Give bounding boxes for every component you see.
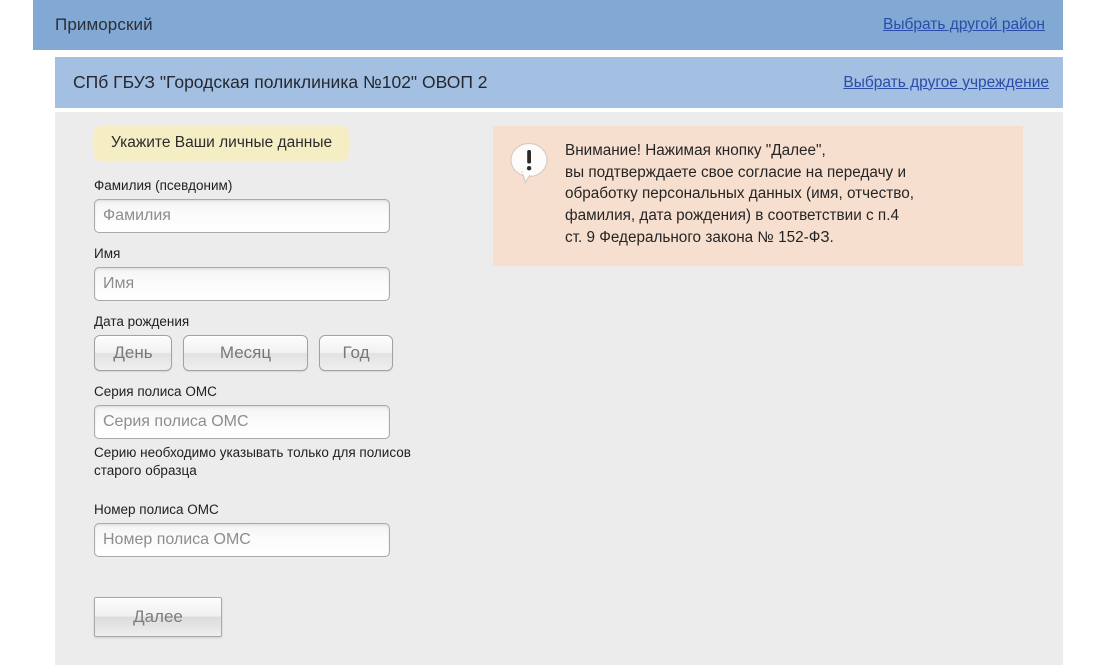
birth-date-row: День Месяц Год: [94, 334, 464, 371]
last-name-input[interactable]: [94, 198, 390, 233]
field-policy-series: Серия полиса ОМС Серию необходимо указыв…: [94, 384, 464, 480]
change-institution-link[interactable]: Выбрать другое учреждение: [843, 74, 1049, 92]
last-name-label: Фамилия (псевдоним): [94, 178, 233, 193]
institution-bar: СПб ГБУЗ "Городская поликлиника №102" ОВ…: [55, 57, 1063, 108]
policy-series-label: Серия полиса ОМС: [94, 383, 217, 399]
district-name: Приморский: [55, 15, 153, 34]
consent-notice-text: Внимание! Нажимая кнопку "Далее", вы под…: [565, 142, 914, 246]
first-name-label: Имя: [94, 245, 121, 261]
policy-series-hint: Серию необходимо указывать только для по…: [94, 444, 411, 478]
birth-date-label: Дата рождения: [94, 313, 190, 329]
consent-notice: Внимание! Нажимая кнопку "Далее", вы под…: [493, 126, 1023, 266]
policy-number-label: Номер полиса ОМС: [94, 501, 219, 517]
institution-name: СПб ГБУЗ "Городская поликлиника №102" ОВ…: [73, 72, 488, 92]
exclamation-bubble-icon: [509, 142, 551, 186]
field-policy-number: Номер полиса ОМС: [94, 502, 464, 557]
section-badge: Укажите Ваши личные данные: [94, 126, 350, 161]
personal-data-form: Укажите Ваши личные данные Фамилия (псев…: [94, 126, 464, 637]
policy-series-input[interactable]: [94, 404, 390, 439]
birth-day-select[interactable]: День: [94, 334, 172, 371]
field-first-name: Имя: [94, 246, 464, 301]
field-last-name: Фамилия (псевдоним): [94, 178, 464, 233]
policy-number-input[interactable]: [94, 522, 390, 557]
district-bar: Приморский Выбрать другой район: [33, 0, 1063, 50]
birth-month-select[interactable]: Месяц: [183, 334, 308, 371]
birth-year-select[interactable]: Год: [319, 334, 393, 371]
content-panel: Укажите Ваши личные данные Фамилия (псев…: [55, 112, 1063, 665]
next-button[interactable]: Далее: [94, 596, 222, 637]
change-district-link[interactable]: Выбрать другой район: [883, 16, 1045, 34]
first-name-input[interactable]: [94, 266, 390, 301]
field-birth-date: Дата рождения День Месяц Год: [94, 314, 464, 371]
